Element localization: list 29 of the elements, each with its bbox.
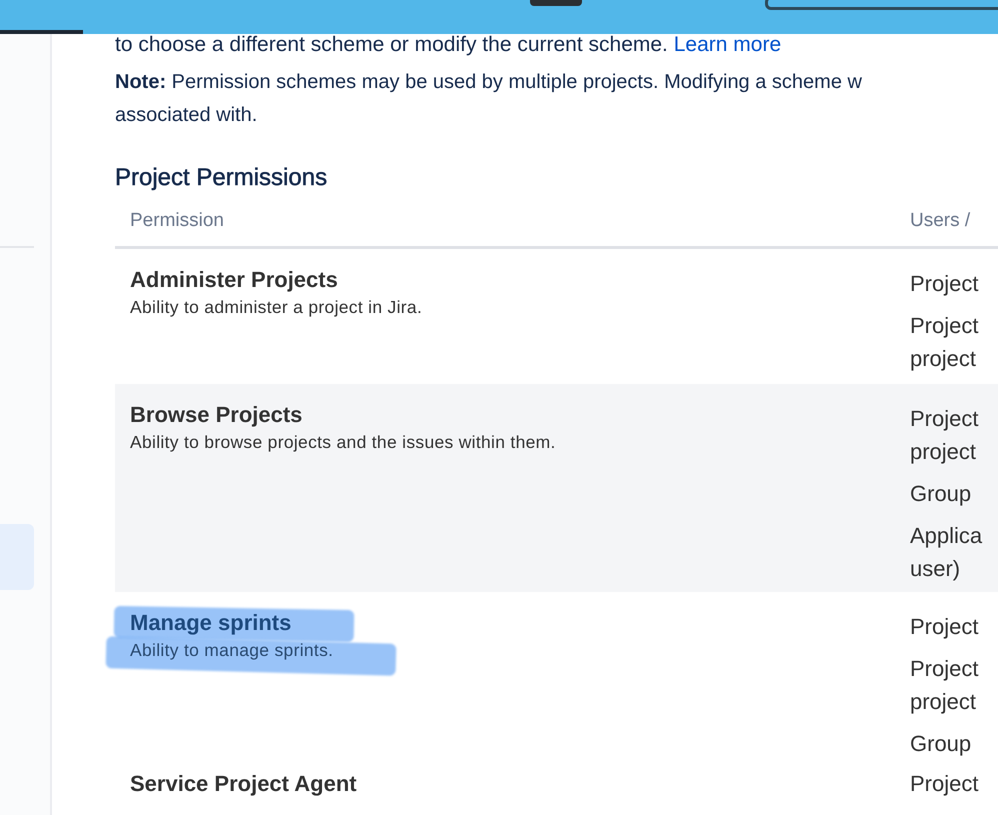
permission-name: Service Project Agent — [130, 772, 357, 795]
user-entry: Project — [910, 772, 980, 795]
user-entry: project — [910, 688, 978, 716]
permission-name: Manage sprints — [130, 610, 292, 636]
user-entry: Group — [910, 480, 972, 508]
user-entry: project — [910, 438, 978, 466]
permission-description: Ability to administer a project in Jira. — [130, 297, 422, 318]
permission-description: Ability to manage sprints. — [130, 640, 334, 661]
user-entry: Project — [910, 405, 980, 433]
section-title: Project Permissions — [115, 164, 328, 192]
user-entry: Project — [910, 312, 980, 340]
user-entry: Group — [910, 730, 972, 758]
permission-description: Ability to browse projects and the issues within them. — [130, 432, 556, 453]
learn-more-link[interactable]: Learn more — [674, 33, 782, 56]
user-entry: Project — [910, 655, 980, 683]
toolbar-button[interactable] — [530, 0, 582, 6]
user-entry: user) — [910, 555, 962, 583]
active-tab-indicator[interactable] — [0, 30, 83, 34]
user-entry: Project — [910, 270, 980, 298]
permission-name: Administer Projects — [130, 267, 339, 293]
column-header: Users / — [910, 210, 972, 232]
user-entry: Project — [910, 613, 980, 641]
column-header: Permission — [129, 210, 225, 232]
permission-name: Browse Projects — [130, 402, 304, 428]
note-text: Note: Permission schemes may be used by multiple projects. Modifying a scheme w — [115, 70, 863, 95]
user-entry: Applica — [910, 522, 984, 550]
intro-text: to choose a different scheme or modify the current scheme. Learn more — [115, 32, 782, 58]
note-text: associated with. — [115, 103, 258, 128]
user-entry: project — [910, 345, 978, 373]
